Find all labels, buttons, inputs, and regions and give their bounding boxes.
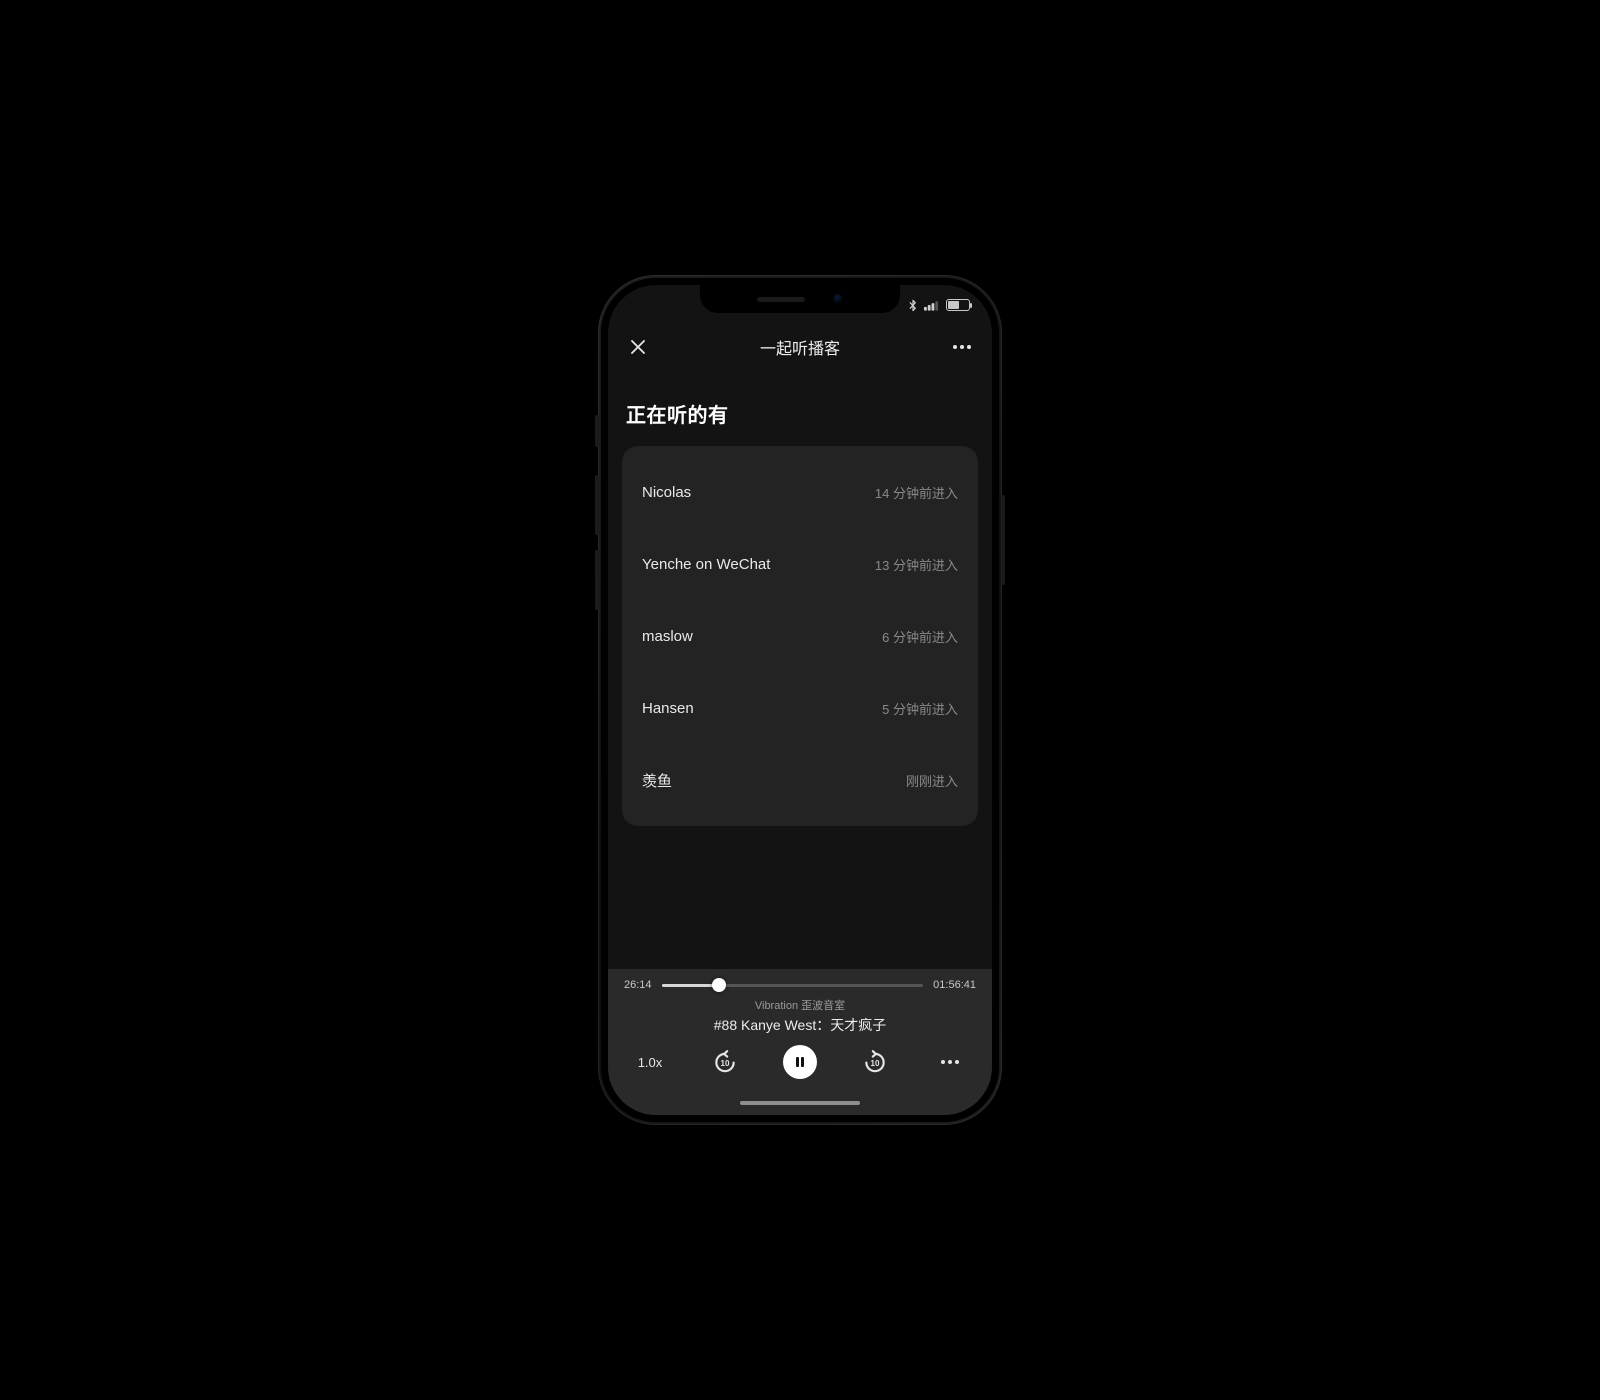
progress-thumb[interactable] <box>712 978 726 992</box>
listener-joined: 5 分钟前进入 <box>882 699 958 718</box>
mute-switch[interactable] <box>595 415 599 447</box>
listener-joined: 刚刚进入 <box>906 771 958 790</box>
player-more-button[interactable] <box>930 1060 970 1064</box>
section-title: 正在听的有 <box>626 399 978 428</box>
progress-row: 26:14 01:56:41 <box>624 979 976 991</box>
volume-down-button[interactable] <box>595 550 599 610</box>
skip-forward-amount: 10 <box>855 1049 895 1075</box>
nav-bar: 一起听播客 <box>608 325 992 369</box>
listener-row: maslow 6 分钟前进入 <box>642 600 958 672</box>
notch <box>700 285 900 313</box>
close-button[interactable] <box>624 333 652 361</box>
content-area: 正在听的有 Nicolas 14 分钟前进入 Yenche on WeChat … <box>608 369 992 969</box>
player-bar: 26:14 01:56:41 Vibration 歪波音室 #88 Kanye … <box>608 969 992 1097</box>
volume-up-button[interactable] <box>595 475 599 535</box>
battery-indicator: 49 <box>946 299 970 311</box>
skip-back-button[interactable]: 10 <box>705 1049 745 1075</box>
listener-name: Hansen <box>642 700 694 717</box>
more-icon <box>941 1060 959 1064</box>
earpiece-speaker <box>757 297 805 302</box>
pause-icon <box>783 1045 817 1079</box>
listener-name: Nicolas <box>642 484 691 501</box>
listener-name: Yenche on WeChat <box>642 556 770 573</box>
listener-joined: 14 分钟前进入 <box>875 483 958 502</box>
phone-frame: 49 一起听播客 正在听的有 Nicolas 14 分钟前进入 Yenche <box>598 275 1002 1125</box>
listener-joined: 6 分钟前进入 <box>882 627 958 646</box>
now-playing: Vibration 歪波音室 #88 Kanye West：天才疯子 <box>624 997 976 1035</box>
progress-track[interactable] <box>662 984 924 987</box>
bluetooth-icon <box>908 299 918 312</box>
listeners-card: Nicolas 14 分钟前进入 Yenche on WeChat 13 分钟前… <box>622 446 978 826</box>
player-controls: 1.0x 10 <box>624 1045 976 1079</box>
listener-name: 羡鱼 <box>642 770 672 791</box>
front-camera <box>833 294 843 304</box>
episode-title: #88 Kanye West：天才疯子 <box>624 1015 976 1035</box>
skip-back-amount: 10 <box>705 1049 745 1075</box>
total-time: 01:56:41 <box>933 979 976 991</box>
listener-row: Yenche on WeChat 13 分钟前进入 <box>642 528 958 600</box>
listener-row: 羡鱼 刚刚进入 <box>642 744 958 816</box>
battery-percent: 49 <box>947 300 969 310</box>
home-indicator[interactable] <box>608 1097 992 1115</box>
more-button[interactable] <box>948 333 976 361</box>
listener-row: Nicolas 14 分钟前进入 <box>642 456 958 528</box>
progress-fill <box>662 984 720 987</box>
listener-row: Hansen 5 分钟前进入 <box>642 672 958 744</box>
listener-joined: 13 分钟前进入 <box>875 555 958 574</box>
more-icon <box>953 345 971 349</box>
skip-forward-button[interactable]: 10 <box>855 1049 895 1075</box>
screen: 49 一起听播客 正在听的有 Nicolas 14 分钟前进入 Yenche <box>608 285 992 1115</box>
power-button[interactable] <box>1001 495 1005 585</box>
play-pause-button[interactable] <box>780 1045 820 1079</box>
page-title: 一起听播客 <box>760 335 840 359</box>
playback-speed-button[interactable]: 1.0x <box>630 1055 670 1070</box>
elapsed-time: 26:14 <box>624 979 652 991</box>
show-name: Vibration 歪波音室 <box>624 997 976 1013</box>
signal-icon <box>924 300 940 311</box>
listener-name: maslow <box>642 628 693 645</box>
